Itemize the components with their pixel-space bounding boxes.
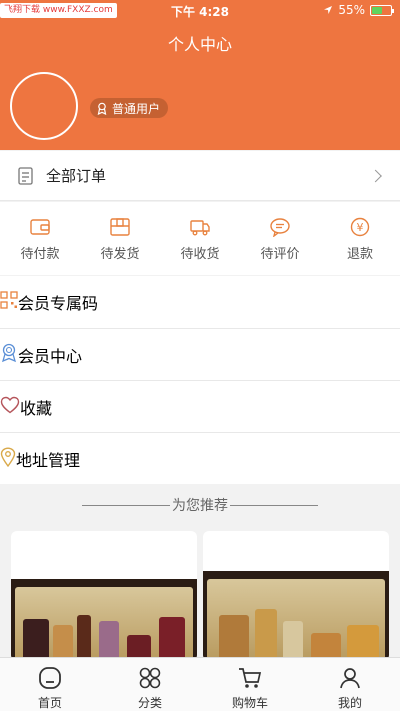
tab-label: 首页 (37, 696, 62, 710)
tab-home[interactable]: 首页 (0, 658, 100, 711)
order-status-pending-review[interactable]: 待评价 (240, 202, 320, 275)
menu-item-label: 收藏 (20, 398, 53, 418)
tab-label: 我的 (337, 696, 362, 710)
bottom-tab-bar: 首页 分类 购物车 我的 (0, 657, 400, 711)
status-right: 55% (323, 3, 394, 17)
order-status-pending-payment[interactable]: 待付款 (0, 202, 80, 275)
tab-category[interactable]: 分类 (100, 658, 200, 711)
wallet-icon (30, 219, 50, 235)
all-orders-label: 全部订单 (46, 167, 107, 185)
order-status-label: 待收货 (180, 247, 220, 262)
order-status-refund[interactable]: ¥ 退款 (320, 202, 400, 275)
refund-icon: ¥ (350, 217, 370, 237)
profile-icon (340, 668, 360, 689)
divider (82, 504, 170, 506)
order-status-label: 待付款 (20, 247, 60, 262)
order-status-pending-receipt[interactable]: 待收货 (160, 202, 240, 275)
order-status-label: 待发货 (100, 247, 140, 262)
tab-profile[interactable]: 我的 (300, 658, 400, 711)
tab-cart[interactable]: 购物车 (200, 658, 300, 711)
svg-text:¥: ¥ (357, 221, 364, 234)
truck-icon (190, 220, 210, 236)
order-status-label: 待评价 (260, 247, 300, 262)
tab-label: 分类 (137, 696, 162, 710)
location-arrow-icon (324, 6, 333, 14)
order-status-label: 退款 (346, 247, 373, 262)
cart-icon (239, 668, 262, 688)
page-title: 个人中心 (167, 35, 232, 54)
tab-label: 购物车 (231, 696, 268, 710)
recommend-title: 为您推荐 (172, 498, 228, 514)
product-image (203, 571, 389, 661)
qr-code-icon (0, 291, 18, 313)
category-icon (139, 667, 161, 689)
product-image (11, 579, 197, 661)
menu-item-member-code[interactable]: 会员专属码 (0, 276, 400, 328)
menu-item-favorites[interactable]: 收藏 (0, 380, 400, 432)
battery-icon (370, 4, 394, 16)
chat-bubble-icon (270, 218, 290, 237)
divider (230, 504, 318, 506)
menu-item-label: 会员专属码 (18, 294, 99, 313)
order-status-pending-shipment[interactable]: 待发货 (80, 202, 160, 275)
menu-item-member-center[interactable]: 会员中心 (0, 328, 400, 380)
order-status-bar: 待付款 待发货 待收货 待评价 ¥ 退款 (0, 202, 400, 275)
avatar[interactable] (10, 72, 78, 140)
home-icon (39, 667, 61, 689)
member-badge-icon (0, 343, 18, 367)
battery-percent: 55% (338, 3, 365, 17)
menu-item-label: 会员中心 (18, 346, 83, 366)
recommend-header: 为您推荐 (0, 490, 400, 520)
user-level-icon (97, 102, 107, 115)
status-bar: 飞翔下载 www.FXXZ.com 下午 4:28 55% (0, 0, 400, 22)
user-level-badge: 普通用户 (90, 98, 169, 118)
menu-item-label: 地址管理 (16, 450, 81, 470)
menu-list: 会员专属码 会员中心 收藏 地址管理 (0, 276, 400, 484)
heart-icon (0, 396, 20, 418)
location-pin-icon (0, 446, 16, 471)
menu-item-address[interactable]: 地址管理 (0, 432, 400, 484)
product-card[interactable] (203, 531, 389, 661)
package-icon (110, 218, 130, 236)
all-orders-row[interactable]: 全部订单 (0, 151, 400, 201)
product-card[interactable] (11, 531, 197, 661)
chevron-right-icon (369, 169, 382, 182)
user-level-label: 普通用户 (112, 101, 161, 116)
order-list-icon (16, 166, 36, 186)
